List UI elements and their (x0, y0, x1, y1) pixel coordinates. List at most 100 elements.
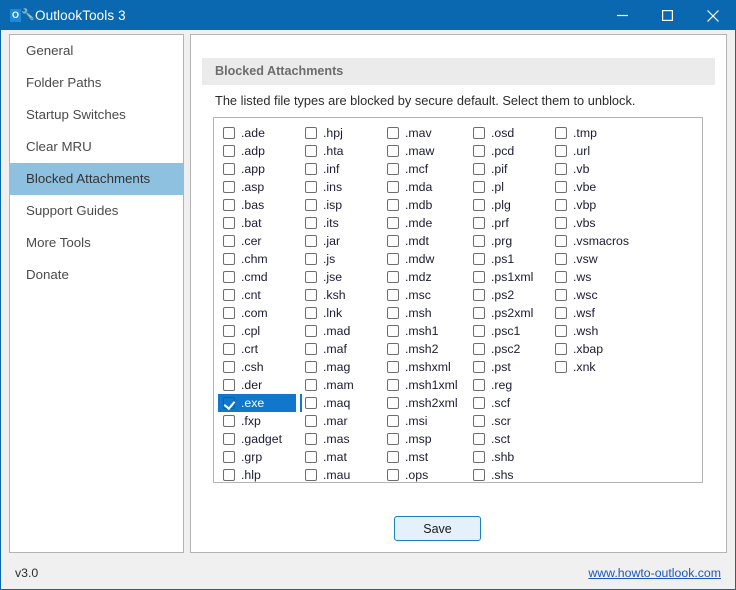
extension-row[interactable]: .lnk (300, 304, 378, 322)
checkbox-unchecked-icon[interactable] (223, 451, 235, 463)
checkbox-unchecked-icon[interactable] (223, 379, 235, 391)
checkbox-unchecked-icon[interactable] (473, 271, 485, 283)
extension-row[interactable]: .ps1 (468, 250, 546, 268)
checkbox-unchecked-icon[interactable] (555, 325, 567, 337)
checkbox-unchecked-icon[interactable] (473, 469, 485, 481)
sidebar-item-clear-mru[interactable]: Clear MRU (10, 131, 183, 163)
extension-row[interactable]: .mdw (382, 250, 464, 268)
extension-row[interactable]: .sct (468, 430, 546, 448)
checkbox-unchecked-icon[interactable] (555, 271, 567, 283)
extension-row[interactable]: .vbe (550, 178, 656, 196)
checkbox-unchecked-icon[interactable] (473, 361, 485, 373)
checkbox-unchecked-icon[interactable] (473, 451, 485, 463)
checkbox-unchecked-icon[interactable] (305, 127, 317, 139)
checkbox-unchecked-icon[interactable] (387, 271, 399, 283)
extension-row[interactable]: .msh1xml (382, 376, 464, 394)
extension-row[interactable]: .exe (218, 394, 296, 412)
checkbox-unchecked-icon[interactable] (473, 397, 485, 409)
extension-row[interactable]: .url (550, 142, 656, 160)
checkbox-unchecked-icon[interactable] (223, 199, 235, 211)
checkbox-unchecked-icon[interactable] (223, 343, 235, 355)
checkbox-unchecked-icon[interactable] (305, 361, 317, 373)
extension-row[interactable]: .maq (300, 394, 378, 412)
checkbox-unchecked-icon[interactable] (223, 469, 235, 481)
checkbox-unchecked-icon[interactable] (387, 217, 399, 229)
extension-row[interactable]: .ins (300, 178, 378, 196)
checkbox-unchecked-icon[interactable] (305, 325, 317, 337)
checkbox-unchecked-icon[interactable] (555, 199, 567, 211)
extension-row[interactable]: .hlp (218, 466, 296, 484)
extension-row[interactable]: .ps2xml (468, 304, 546, 322)
checkbox-unchecked-icon[interactable] (305, 397, 317, 409)
checkbox-unchecked-icon[interactable] (305, 271, 317, 283)
checkbox-unchecked-icon[interactable] (555, 217, 567, 229)
extension-row[interactable]: .shb (468, 448, 546, 466)
extension-row[interactable]: .msh1 (382, 322, 464, 340)
checkbox-unchecked-icon[interactable] (555, 307, 567, 319)
checkbox-unchecked-icon[interactable] (473, 325, 485, 337)
checkbox-unchecked-icon[interactable] (223, 307, 235, 319)
extension-row[interactable]: .ps2 (468, 286, 546, 304)
extension-row[interactable]: .gadget (218, 430, 296, 448)
extension-row[interactable]: .mad (300, 322, 378, 340)
extension-row[interactable]: .cnt (218, 286, 296, 304)
extension-row[interactable]: .ws (550, 268, 656, 286)
extension-row[interactable]: .mcf (382, 160, 464, 178)
checkbox-unchecked-icon[interactable] (387, 379, 399, 391)
checkbox-unchecked-icon[interactable] (387, 307, 399, 319)
checkbox-unchecked-icon[interactable] (473, 307, 485, 319)
checkbox-unchecked-icon[interactable] (223, 415, 235, 427)
extension-row[interactable]: .mar (300, 412, 378, 430)
checkbox-unchecked-icon[interactable] (473, 289, 485, 301)
checkbox-unchecked-icon[interactable] (555, 343, 567, 355)
checkbox-unchecked-icon[interactable] (387, 361, 399, 373)
extension-row[interactable]: .mas (300, 430, 378, 448)
extension-row[interactable]: .vb (550, 160, 656, 178)
checkbox-unchecked-icon[interactable] (555, 163, 567, 175)
extension-row[interactable]: .msh2xml (382, 394, 464, 412)
extension-row[interactable]: .asp (218, 178, 296, 196)
save-button[interactable]: Save (394, 516, 481, 541)
checkbox-unchecked-icon[interactable] (387, 235, 399, 247)
checkbox-unchecked-icon[interactable] (387, 433, 399, 445)
extension-row[interactable]: .mst (382, 448, 464, 466)
extension-row[interactable]: .vbs (550, 214, 656, 232)
extension-row[interactable]: .grp (218, 448, 296, 466)
checkbox-unchecked-icon[interactable] (305, 217, 317, 229)
sidebar-item-donate[interactable]: Donate (10, 259, 183, 291)
extension-row[interactable]: .ps1xml (468, 268, 546, 286)
extension-row[interactable]: .mdb (382, 196, 464, 214)
sidebar-item-blocked-attachments[interactable]: Blocked Attachments (10, 163, 183, 195)
extension-row[interactable]: .pst (468, 358, 546, 376)
website-link[interactable]: www.howto-outlook.com (588, 566, 721, 580)
checkbox-unchecked-icon[interactable] (223, 127, 235, 139)
extension-row[interactable]: .app (218, 160, 296, 178)
sidebar-item-support-guides[interactable]: Support Guides (10, 195, 183, 227)
extension-row[interactable]: .inf (300, 160, 378, 178)
extension-row[interactable]: .mau (300, 466, 378, 484)
blocked-attachments-list[interactable]: .ade .adp .app .asp .bas .bat .cer .chm .cmd .cnt… (213, 117, 703, 483)
extension-row[interactable]: .mdz (382, 268, 464, 286)
checkbox-unchecked-icon[interactable] (305, 289, 317, 301)
extension-row[interactable]: .mat (300, 448, 378, 466)
extension-row[interactable]: .pcd (468, 142, 546, 160)
checkbox-unchecked-icon[interactable] (473, 415, 485, 427)
extension-row[interactable]: .wsh (550, 322, 656, 340)
extension-row[interactable]: .pl (468, 178, 546, 196)
extension-row[interactable]: .msc (382, 286, 464, 304)
sidebar-item-general[interactable]: General (10, 35, 183, 67)
checkbox-unchecked-icon[interactable] (473, 163, 485, 175)
extension-row[interactable]: .vsmacros (550, 232, 656, 250)
checkbox-unchecked-icon[interactable] (223, 253, 235, 265)
checkbox-unchecked-icon[interactable] (555, 145, 567, 157)
checkbox-unchecked-icon[interactable] (223, 235, 235, 247)
checkbox-unchecked-icon[interactable] (555, 235, 567, 247)
extension-row[interactable]: .ksh (300, 286, 378, 304)
extension-row[interactable]: .hta (300, 142, 378, 160)
extension-row[interactable]: .wsf (550, 304, 656, 322)
extension-row[interactable]: .adp (218, 142, 296, 160)
extension-row[interactable]: .xnk (550, 358, 656, 376)
extension-row[interactable]: .hpj (300, 124, 378, 142)
checkbox-unchecked-icon[interactable] (305, 343, 317, 355)
checkbox-unchecked-icon[interactable] (305, 415, 317, 427)
